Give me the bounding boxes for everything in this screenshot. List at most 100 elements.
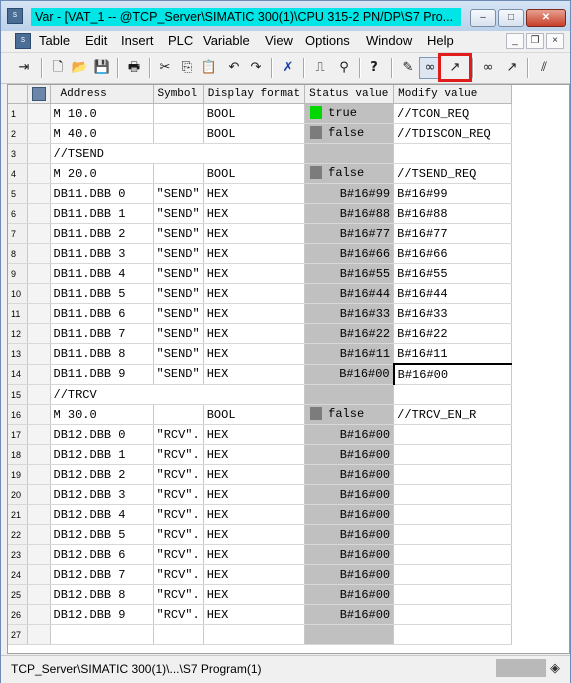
table-row[interactable]: 3 //TSEND — [8, 143, 513, 164]
symbol-cell[interactable]: "RCV". — [153, 464, 204, 485]
table-row[interactable]: 8 DB11.DBB 3 "SEND" HEX B#16#66 B#16#66 — [8, 243, 513, 264]
display-format-cell[interactable]: HEX — [203, 544, 306, 565]
menu-edit[interactable]: Edit — [85, 33, 107, 48]
symbol-cell[interactable] — [153, 163, 204, 184]
redo-icon[interactable]: ↷ — [245, 57, 267, 79]
symbol-cell[interactable] — [153, 123, 204, 144]
symbol-cell[interactable]: "SEND" — [153, 303, 204, 324]
display-format-cell[interactable]: HEX — [203, 263, 306, 284]
address-cell[interactable]: DB12.DBB 2 — [50, 464, 154, 485]
table-row[interactable]: 16 M 30.0 BOOL false //TRCV_EN_R — [8, 404, 513, 425]
symbol-cell[interactable]: "SEND" — [153, 203, 204, 224]
insert-row-icon[interactable]: ⇥ — [13, 57, 35, 79]
modify-value-cell[interactable] — [393, 564, 513, 585]
address-cell[interactable]: DB12.DBB 5 — [50, 524, 154, 545]
modify-value-cell[interactable] — [393, 484, 513, 505]
display-format-cell[interactable]: HEX — [203, 604, 306, 625]
display-format-cell[interactable]: HEX — [203, 243, 306, 264]
activate-modify-icon[interactable]: ↗ — [501, 57, 523, 79]
address-cell[interactable]: DB11.DBB 7 — [50, 323, 154, 344]
table-row[interactable]: 25 DB12.DBB 8 "RCV". HEX B#16#00 — [8, 584, 513, 605]
header-address[interactable]: Address — [50, 85, 154, 104]
table-row[interactable]: 22 DB12.DBB 5 "RCV". HEX B#16#00 — [8, 524, 513, 545]
display-format-cell[interactable]: HEX — [203, 484, 306, 505]
table-row[interactable]: 20 DB12.DBB 3 "RCV". HEX B#16#00 — [8, 484, 513, 505]
table-row[interactable]: 9 DB11.DBB 4 "SEND" HEX B#16#55 B#16#55 — [8, 263, 513, 284]
menu-plc[interactable]: PLC — [168, 33, 193, 48]
table-row[interactable]: 18 DB12.DBB 1 "RCV". HEX B#16#00 — [8, 444, 513, 465]
table-row[interactable]: 6 DB11.DBB 1 "SEND" HEX B#16#88 B#16#88 — [8, 203, 513, 224]
address-cell[interactable]: DB11.DBB 1 — [50, 203, 154, 224]
modify-value-cell[interactable]: B#16#88 — [393, 203, 513, 224]
display-format-cell[interactable]: HEX — [203, 464, 306, 485]
trigger-icon[interactable]: ⚲ — [333, 57, 355, 79]
print-icon[interactable]: 🖶 — [123, 57, 145, 79]
header-modify-value[interactable]: Modify value — [393, 85, 513, 104]
menu-view[interactable]: View — [265, 33, 293, 48]
modify-value-cell[interactable] — [393, 143, 513, 164]
symbol-cell[interactable] — [153, 624, 204, 645]
monitor-variable-icon[interactable]: ✎ — [397, 57, 419, 79]
address-cell[interactable]: DB12.DBB 3 — [50, 484, 154, 505]
new-icon[interactable]: 🗋 — [47, 57, 69, 79]
symbol-cell[interactable]: "RCV". — [153, 604, 204, 625]
table-row[interactable]: 10 DB11.DBB 5 "SEND" HEX B#16#44 B#16#44 — [8, 283, 513, 304]
table-row[interactable]: 2 M 40.0 BOOL false //TDISCON_REQ — [8, 123, 513, 144]
undo-icon[interactable]: ↶ — [223, 57, 245, 79]
symbol-cell[interactable]: "SEND" — [153, 183, 204, 204]
address-cell[interactable]: DB11.DBB 4 — [50, 263, 154, 284]
symbol-cell[interactable]: "RCV". — [153, 504, 204, 525]
display-format-cell[interactable]: BOOL — [203, 404, 306, 425]
modify-value-cell[interactable] — [393, 604, 513, 625]
document-icon[interactable]: S — [15, 33, 31, 49]
symbol-cell[interactable]: "RCV". — [153, 424, 204, 445]
address-cell[interactable]: DB11.DBB 8 — [50, 343, 154, 365]
table-row[interactable]: 19 DB12.DBB 2 "RCV". HEX B#16#00 — [8, 464, 513, 485]
table-settings-icon[interactable] — [31, 87, 46, 101]
modify-value-cell[interactable]: //TRCV_EN_R — [393, 404, 513, 425]
modify-value-cell[interactable]: B#16#55 — [393, 263, 513, 284]
modify-value-cell[interactable] — [393, 424, 513, 445]
address-cell[interactable]: DB11.DBB 5 — [50, 283, 154, 304]
online-connect-icon[interactable]: ⎍ — [309, 57, 331, 79]
menu-window[interactable]: Window — [366, 33, 412, 48]
help-icon[interactable]: ? — [363, 57, 385, 79]
address-cell[interactable]: M 40.0 — [50, 123, 154, 144]
modify-value-cell[interactable] — [393, 544, 513, 565]
display-format-cell[interactable]: BOOL — [203, 103, 306, 124]
force-icon[interactable]: ⫽ — [533, 57, 555, 79]
modify-value-cell[interactable]: B#16#00 — [392, 363, 513, 385]
menu-options[interactable]: Options — [305, 33, 350, 48]
modify-value-cell[interactable]: //TDISCON_REQ — [393, 123, 513, 144]
table-row[interactable]: 11 DB11.DBB 6 "SEND" HEX B#16#33 B#16#33 — [8, 303, 513, 324]
mdi-close-button[interactable]: × — [546, 33, 564, 49]
symbol-cell[interactable]: "SEND" — [153, 223, 204, 244]
modify-value-cell[interactable]: B#16#99 — [393, 183, 513, 204]
table-row[interactable]: 17 DB12.DBB 0 "RCV". HEX B#16#00 — [8, 424, 513, 445]
paste-icon[interactable]: 📋 — [198, 57, 220, 79]
symbol-cell[interactable] — [153, 103, 204, 124]
symbol-cell[interactable]: "RCV". — [153, 484, 204, 505]
modify-value-cell[interactable] — [393, 384, 513, 405]
display-format-cell[interactable]: HEX — [203, 183, 306, 204]
symbol-cell[interactable]: "RCV". — [153, 444, 204, 465]
symbol-cell[interactable]: "RCV". — [153, 524, 204, 545]
delete-icon[interactable]: ✗ — [277, 57, 299, 79]
display-format-cell[interactable]: HEX — [203, 203, 306, 224]
modify-value-cell[interactable]: B#16#11 — [393, 343, 513, 365]
modify-value-cell[interactable]: //TCON_REQ — [393, 103, 513, 124]
display-format-cell[interactable]: HEX — [203, 283, 306, 304]
modify-value-cell[interactable] — [393, 524, 513, 545]
cut-icon[interactable]: ✂ — [154, 57, 176, 79]
address-cell[interactable]: DB11.DBB 9 — [50, 364, 154, 385]
comment-cell[interactable]: //TRCV — [50, 384, 306, 405]
menu-help[interactable]: Help — [427, 33, 454, 48]
display-format-cell[interactable]: HEX — [203, 323, 306, 344]
modify-value-cell[interactable]: B#16#77 — [393, 223, 513, 244]
table-row[interactable]: 13 DB11.DBB 8 "SEND" HEX B#16#11 B#16#11 — [8, 343, 513, 365]
close-button[interactable]: ✕ — [526, 9, 566, 27]
save-icon[interactable]: 💾 — [91, 57, 113, 79]
display-format-cell[interactable]: HEX — [203, 343, 306, 365]
maximize-button[interactable]: □ — [498, 9, 524, 27]
table-row[interactable]: 15 //TRCV — [8, 384, 513, 405]
